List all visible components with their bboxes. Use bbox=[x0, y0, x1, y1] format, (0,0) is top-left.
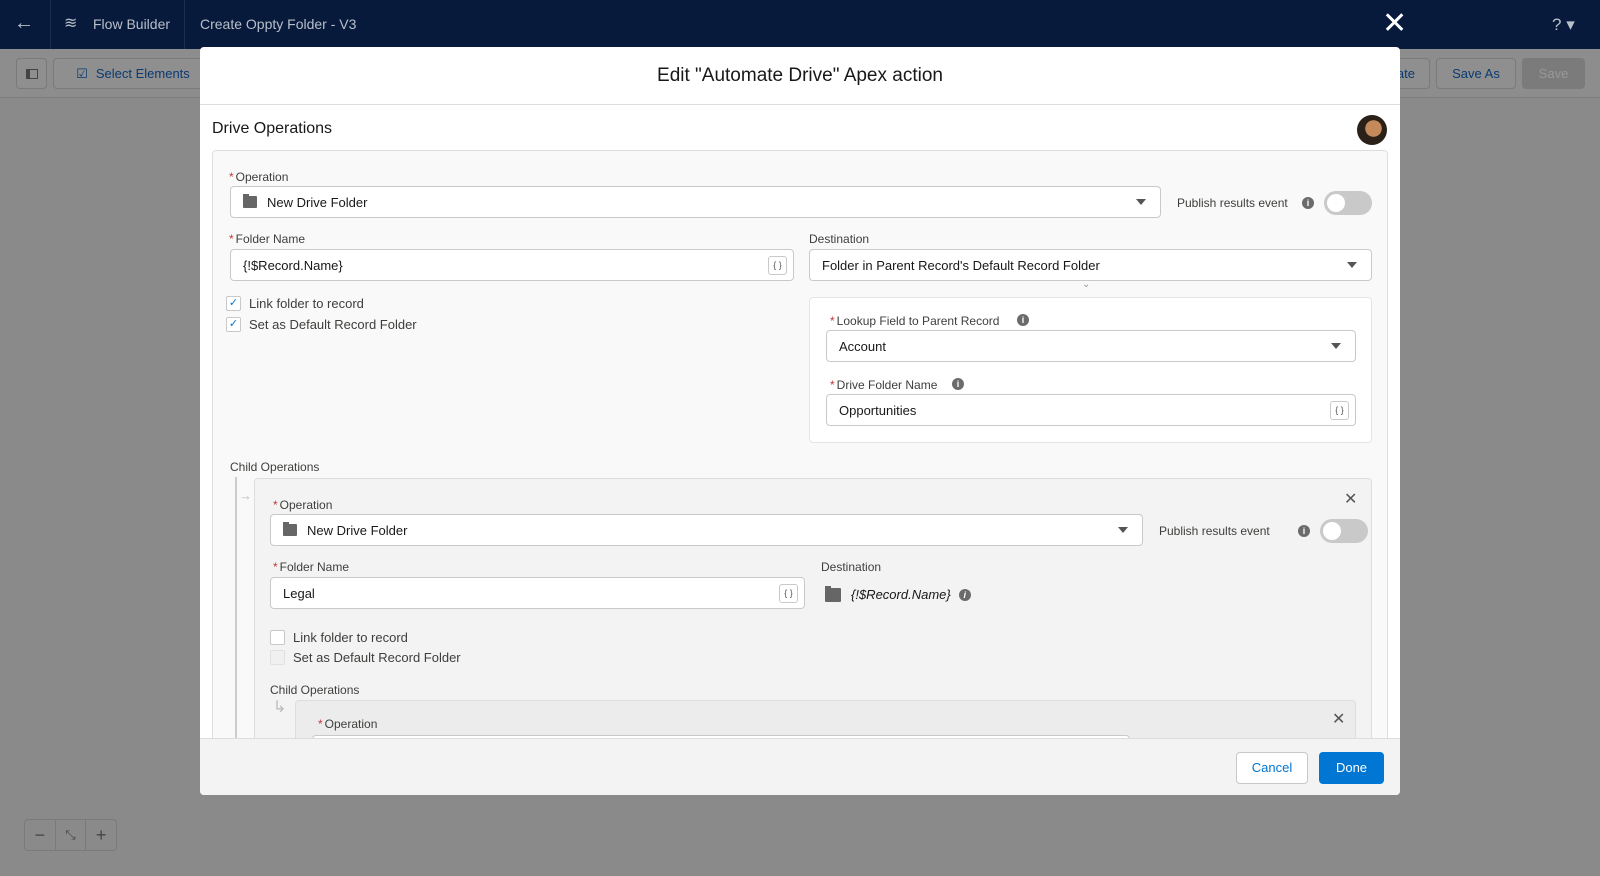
drive-folder-label: * Drive Folder Name bbox=[830, 378, 938, 392]
folder-name-input[interactable]: {!$Record.Name} { } bbox=[230, 249, 794, 281]
lookup-panel: * Lookup Field to Parent Record i Account… bbox=[809, 297, 1372, 443]
destination-label: Destination bbox=[821, 560, 882, 574]
select-elements-label: Select Elements bbox=[95, 66, 190, 81]
cancel-button[interactable]: Cancel bbox=[1236, 752, 1308, 784]
publish-label: Publish results event bbox=[1159, 524, 1270, 538]
operation-label: * Operation bbox=[318, 717, 378, 731]
folder-name-label-text: Folder Name bbox=[235, 232, 306, 246]
child-publish-toggle[interactable] bbox=[1320, 519, 1368, 543]
folder-name-label-text: Folder Name bbox=[279, 560, 350, 574]
avatar[interactable] bbox=[1357, 115, 1387, 145]
drive-folder-value: Opportunities bbox=[839, 402, 917, 418]
lookup-value: Account bbox=[839, 338, 886, 354]
info-icon: i bbox=[952, 378, 964, 390]
divider bbox=[184, 0, 185, 49]
folder-name-label: * Folder Name bbox=[229, 232, 306, 246]
edit-action-modal: Edit "Automate Drive" Apex action Drive … bbox=[200, 47, 1400, 795]
info-icon: i bbox=[1017, 314, 1029, 326]
flow-icon: ≋ bbox=[64, 15, 78, 32]
destination-value: {!$Record.Name} bbox=[851, 587, 951, 602]
help-button[interactable]: ? ▾ bbox=[1552, 15, 1575, 35]
folder-name-value: Legal bbox=[283, 585, 315, 601]
child-default-folder-checkbox[interactable] bbox=[270, 650, 285, 665]
folder-icon bbox=[243, 194, 257, 208]
lookup-label: * Lookup Field to Parent Record bbox=[830, 314, 1000, 328]
operation-card: * Operation New Drive Folder Publish resu… bbox=[212, 150, 1388, 795]
merge-field-icon[interactable]: { } bbox=[779, 584, 798, 603]
chevron-down-icon bbox=[1331, 343, 1341, 349]
fit-view-icon[interactable]: ⤡ bbox=[56, 820, 87, 850]
section-title: Drive Operations bbox=[212, 120, 333, 137]
flow-title: Create Oppty Folder - V3 bbox=[200, 16, 357, 32]
child-link-folder-checkbox[interactable] bbox=[270, 630, 285, 645]
chevron-down-icon: ⌄ bbox=[1082, 279, 1091, 290]
folder-name-label: * Folder Name bbox=[273, 560, 350, 574]
operation-label-text: Operation bbox=[279, 498, 333, 512]
branch-arrow-icon: → bbox=[239, 488, 252, 503]
lookup-label-text: Lookup Field to Parent Record bbox=[836, 314, 1000, 328]
destination-select[interactable]: Folder in Parent Record's Default Record… bbox=[809, 249, 1372, 281]
done-button[interactable]: Done bbox=[1319, 752, 1384, 784]
divider bbox=[50, 0, 51, 49]
child-folder-name-input[interactable]: Legal { } bbox=[270, 577, 805, 609]
app-name: Flow Builder bbox=[93, 16, 171, 32]
remove-child-icon[interactable]: ✕ bbox=[1344, 489, 1357, 509]
select-elements-button[interactable]: ☑ Select Elements bbox=[53, 58, 213, 89]
link-folder-checkbox[interactable]: ✓ bbox=[226, 296, 241, 311]
publish-label: Publish results event bbox=[1177, 196, 1288, 210]
grandchild-operation-label-text: Operation bbox=[324, 717, 378, 731]
folder-icon bbox=[825, 585, 841, 602]
folder-name-value: {!$Record.Name} bbox=[243, 257, 343, 273]
default-folder-label: Set as Default Record Folder bbox=[249, 317, 417, 332]
zoom-out-icon[interactable]: − bbox=[25, 820, 56, 850]
chevron-down-icon bbox=[1347, 262, 1357, 268]
drive-folder-label-text: Drive Folder Name bbox=[836, 378, 938, 392]
child-operation-select[interactable]: New Drive Folder bbox=[270, 514, 1143, 546]
save-button[interactable]: Save bbox=[1522, 58, 1585, 89]
operation-label: * Operation bbox=[229, 170, 289, 184]
info-icon: i bbox=[958, 588, 971, 601]
merge-field-icon[interactable]: { } bbox=[1330, 401, 1349, 420]
chevron-down-icon bbox=[1118, 527, 1128, 533]
remove-child-icon[interactable]: ✕ bbox=[1332, 709, 1345, 729]
lookup-select[interactable]: Account bbox=[826, 330, 1356, 362]
child-operations-label: Child Operations bbox=[270, 683, 360, 697]
child-operations-label: Child Operations bbox=[230, 460, 320, 474]
operation-label-text: Operation bbox=[235, 170, 289, 184]
select-icon: ☑ bbox=[76, 65, 88, 81]
info-icon: i bbox=[1302, 197, 1314, 209]
destination-value: Folder in Parent Record's Default Record… bbox=[822, 257, 1100, 273]
panel-icon bbox=[25, 68, 38, 79]
publish-toggle[interactable] bbox=[1324, 191, 1372, 215]
branch-arrow-icon: ↳ bbox=[273, 699, 287, 716]
close-icon[interactable]: ✕ bbox=[1382, 6, 1407, 41]
destination-label: Destination bbox=[809, 232, 870, 246]
operation-value: New Drive Folder bbox=[267, 194, 368, 210]
link-folder-label: Link folder to record bbox=[249, 296, 364, 311]
merge-field-icon[interactable]: { } bbox=[768, 256, 787, 275]
zoom-controls: − ⤡ + bbox=[24, 819, 117, 851]
chevron-down-icon bbox=[1136, 199, 1146, 205]
top-nav: ← ≋ Flow Builder Create Oppty Folder - V… bbox=[0, 0, 1600, 49]
toggle-panel-button[interactable] bbox=[16, 58, 47, 89]
drive-folder-input[interactable]: Opportunities { } bbox=[826, 394, 1356, 426]
help-icon: ? bbox=[1552, 15, 1562, 34]
folder-icon bbox=[283, 522, 297, 536]
info-icon: i bbox=[1298, 525, 1310, 537]
zoom-in-icon[interactable]: + bbox=[86, 820, 116, 850]
operation-select[interactable]: New Drive Folder bbox=[230, 186, 1161, 218]
save-as-button[interactable]: Save As bbox=[1436, 58, 1516, 89]
default-folder-label: Set as Default Record Folder bbox=[293, 650, 461, 665]
operation-value: New Drive Folder bbox=[307, 522, 408, 538]
child-destination: {!$Record.Name} i bbox=[825, 585, 971, 602]
modal-title: Edit "Automate Drive" Apex action bbox=[200, 47, 1400, 105]
operation-label: * Operation bbox=[273, 498, 333, 512]
modal-footer: Cancel Done bbox=[200, 738, 1400, 795]
link-folder-label: Link folder to record bbox=[293, 630, 408, 645]
back-icon[interactable]: ← bbox=[14, 12, 34, 35]
default-folder-checkbox[interactable]: ✓ bbox=[226, 317, 241, 332]
